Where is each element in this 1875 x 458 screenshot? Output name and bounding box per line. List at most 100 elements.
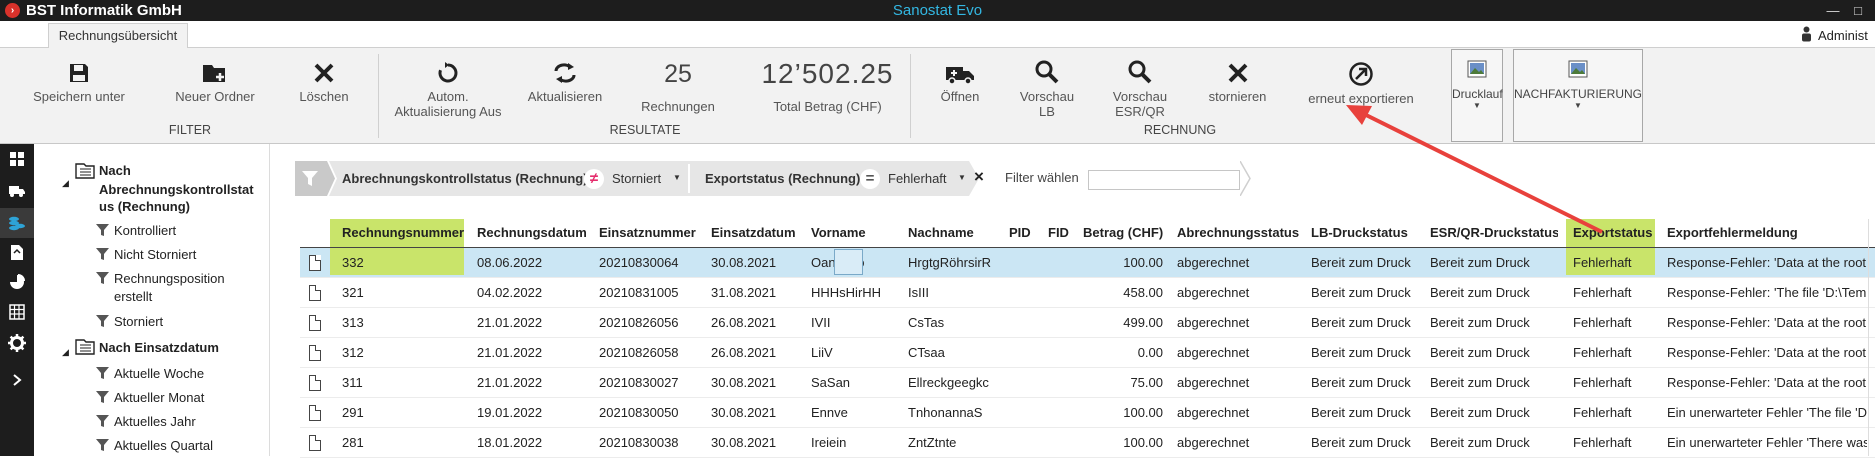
funnel-icon bbox=[96, 415, 109, 427]
table-cell: 499.00 bbox=[1123, 315, 1163, 330]
open-button[interactable]: Öffnen bbox=[928, 61, 992, 104]
ambulance-nav-icon[interactable] bbox=[8, 182, 26, 198]
table-cell: Bereit zum Druck bbox=[1430, 405, 1530, 420]
filter-chip-export-status[interactable]: Exportstatus (Rechnung) bbox=[705, 161, 865, 196]
table-row[interactable]: 311 21.01.2022 20210830027 30.08.2021 SaSan E… bbox=[300, 368, 1875, 398]
tree-item-rechnungsposition[interactable]: Rechnungsposition bbox=[114, 271, 225, 287]
table-cell: TnhonannaS bbox=[908, 405, 983, 420]
col-header-last-name[interactable]: Nachname bbox=[908, 219, 1000, 247]
tree-item-current-month[interactable]: Aktueller Monat bbox=[114, 390, 204, 406]
add-filter-label[interactable]: Filter wählen bbox=[1005, 170, 1079, 185]
table-cell: Fehlerhaft bbox=[1573, 255, 1632, 270]
user-icon bbox=[1802, 26, 1811, 42]
col-header-first-name[interactable]: Vorname bbox=[811, 219, 891, 247]
tree-item-storniert[interactable]: Storniert bbox=[114, 314, 163, 330]
operator-equal[interactable]: = bbox=[860, 169, 880, 189]
col-header-fid[interactable]: FID bbox=[1048, 219, 1078, 247]
tree-item-current-year[interactable]: Aktuelles Jahr bbox=[114, 414, 196, 430]
operator-not-equal[interactable]: ≠ bbox=[584, 169, 604, 189]
table-row[interactable]: 281 18.01.2022 20210830038 30.08.2021 Ireiei… bbox=[300, 428, 1875, 458]
pid-edit-field[interactable] bbox=[834, 249, 863, 275]
chevron-down-icon[interactable]: ▼ bbox=[673, 173, 681, 182]
scrollbar-track[interactable] bbox=[1868, 219, 1869, 456]
tree-item-current-quarter[interactable]: Aktuelles Quartal bbox=[114, 438, 213, 454]
col-header-amount[interactable]: Betrag (CHF) bbox=[1083, 219, 1163, 247]
tree-group-billing-status[interactable]: Nach bbox=[99, 163, 131, 179]
table-cell: 20210826058 bbox=[599, 345, 679, 360]
col-header-invoice-date[interactable]: Rechnungsdatum bbox=[477, 219, 587, 247]
table-row[interactable]: 291 19.01.2022 20210830050 30.08.2021 Ennve T… bbox=[300, 398, 1875, 428]
table-cell: Bereit zum Druck bbox=[1311, 315, 1411, 330]
table-cell: 21.01.2022 bbox=[477, 345, 543, 360]
table-row[interactable]: 321 04.02.2022 20210831005 31.08.2021 HHHsHi… bbox=[300, 278, 1875, 308]
delete-button[interactable]: Löschen bbox=[290, 61, 358, 104]
table-cell: Bereit zum Druck bbox=[1311, 345, 1411, 360]
preview-lb-button[interactable]: Vorschau LB bbox=[1012, 59, 1082, 119]
table-cell: LiiV bbox=[811, 345, 833, 360]
tree-item-kontrolliert[interactable]: Kontrolliert bbox=[114, 223, 176, 239]
col-header-export-error[interactable]: Exportfehlermeldung bbox=[1667, 219, 1867, 247]
tree-item-current-week[interactable]: Aktuelle Woche bbox=[114, 366, 204, 382]
table-row[interactable]: 33208.06.20222021083006430.08.2021Oanann… bbox=[300, 248, 1875, 278]
table-cell: Ellreckgeegkc bbox=[908, 375, 989, 390]
table-cell: abgerechnet bbox=[1177, 315, 1250, 330]
funnel-icon bbox=[96, 224, 109, 236]
doc-icon bbox=[309, 285, 321, 301]
col-header-pid[interactable]: PID bbox=[1009, 219, 1039, 247]
filter-chip-billing-status[interactable]: Abrechnungskontrollstatus (Rechnung) bbox=[342, 161, 592, 196]
dashboard-icon[interactable] bbox=[9, 151, 25, 167]
col-header-invoice-number[interactable]: Rechnungsnummer bbox=[342, 219, 464, 247]
table-cell: Response-Fehler: 'Data at the root bbox=[1667, 375, 1867, 390]
table-cell: 311 bbox=[342, 375, 363, 390]
tab-rechnungsuebersicht[interactable]: Rechnungsübersicht bbox=[48, 23, 188, 49]
group-label-results: RESULTATE bbox=[609, 123, 681, 137]
table-cell: Bereit zum Druck bbox=[1430, 345, 1530, 360]
table-cell: Fehlerhaft bbox=[1573, 315, 1632, 330]
filter-value-fehlerhaft[interactable]: Fehlerhaft bbox=[888, 161, 958, 196]
funnel-icon[interactable] bbox=[302, 171, 318, 186]
table-cell: 30.08.2021 bbox=[711, 405, 777, 420]
table-row[interactable]: 313 21.01.2022 20210826056 26.08.2021 IVII Cs… bbox=[300, 308, 1875, 338]
col-header-billing-status[interactable]: Abrechnungsstatus bbox=[1177, 219, 1299, 247]
tree-item-nicht-storniert[interactable]: Nicht Storniert bbox=[114, 247, 196, 263]
save-as-button[interactable]: Speichern unter bbox=[24, 61, 134, 104]
table-cell: SaSan bbox=[811, 375, 851, 390]
collapse-toggle[interactable]: ◢ bbox=[62, 175, 69, 191]
table-cell: 30.08.2021 bbox=[711, 375, 777, 390]
chevron-down-icon[interactable]: ▼ bbox=[958, 173, 966, 182]
funnel-icon bbox=[96, 391, 109, 403]
table-cell: Fehlerhaft bbox=[1573, 375, 1632, 390]
remove-filter-button[interactable]: × bbox=[974, 167, 984, 187]
cancel-invoice-button[interactable]: stornieren bbox=[1200, 61, 1275, 104]
document-icon[interactable] bbox=[10, 244, 24, 261]
collapse-toggle[interactable]: ◢ bbox=[62, 344, 69, 360]
chevron-right-icon[interactable] bbox=[12, 374, 22, 386]
auto-refresh-button[interactable]: Autom. Aktualisierung Aus bbox=[388, 61, 508, 119]
new-folder-button[interactable]: Neuer Ordner bbox=[165, 61, 265, 104]
table-cell: 20210831005 bbox=[599, 285, 679, 300]
table-cell: abgerechnet bbox=[1177, 255, 1250, 270]
maximize-button[interactable]: □ bbox=[1848, 0, 1868, 21]
refresh-button[interactable]: Aktualisieren bbox=[520, 61, 610, 104]
table-icon[interactable] bbox=[9, 304, 25, 320]
user-name[interactable]: Administ bbox=[1818, 28, 1868, 43]
table-cell: 20210830027 bbox=[599, 375, 679, 390]
ribbon-separator bbox=[910, 54, 911, 138]
table-cell: CsTas bbox=[908, 315, 945, 330]
table-row[interactable]: 312 21.01.2022 20210826058 26.08.2021 LiiV CT… bbox=[300, 338, 1875, 368]
filter-value-storniert[interactable]: Storniert bbox=[612, 161, 672, 196]
filter-input[interactable] bbox=[1088, 170, 1240, 190]
table-cell: Bereit zum Druck bbox=[1311, 255, 1411, 270]
preview-esr-button[interactable]: Vorschau ESR/QR bbox=[1105, 59, 1175, 119]
table-cell: 04.02.2022 bbox=[477, 285, 543, 300]
minimize-button[interactable]: — bbox=[1823, 0, 1843, 21]
table-cell: 18.01.2022 bbox=[477, 435, 543, 450]
col-header-deployment-date[interactable]: Einsatzdatum bbox=[711, 219, 801, 247]
col-header-deployment-number[interactable]: Einsatznummer bbox=[599, 219, 699, 247]
tree-group-deployment-date[interactable]: Nach Einsatzdatum bbox=[99, 340, 219, 356]
gear-icon[interactable] bbox=[8, 334, 26, 352]
pie-chart-icon[interactable] bbox=[9, 274, 25, 290]
table-cell: Bereit zum Druck bbox=[1311, 435, 1411, 450]
coins-icon[interactable] bbox=[8, 214, 26, 232]
magnifier-icon bbox=[1128, 60, 1152, 84]
